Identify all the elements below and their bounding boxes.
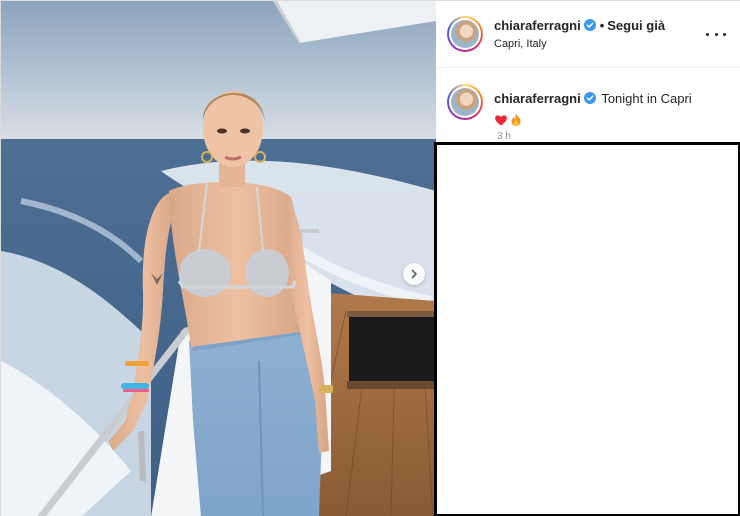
- more-dot-icon: [714, 32, 718, 36]
- verified-badge-icon: [583, 92, 596, 104]
- post-side-panel: chiaraferragni • Segui già Capri, Italy ch…: [434, 1, 740, 516]
- header-user-line: chiaraferragni • Segui già: [494, 18, 665, 33]
- redaction-box: [434, 142, 740, 516]
- caption-emojis: [494, 110, 734, 128]
- verified-badge-icon: [583, 19, 596, 31]
- more-dot-icon: [723, 32, 726, 36]
- more-options-button[interactable]: [706, 26, 726, 42]
- header-username[interactable]: chiaraferragni: [494, 18, 581, 33]
- post-photo[interactable]: [1, 1, 436, 516]
- caption-text: Tonight in Capri: [601, 91, 692, 106]
- post-caption: chiaraferragni Tonight in Capri 3 h: [436, 69, 740, 143]
- fire-emoji-icon: [511, 113, 521, 126]
- avatar[interactable]: [447, 16, 483, 52]
- post-timestamp[interactable]: 3 h: [497, 131, 511, 142]
- more-dot-icon: [706, 32, 709, 36]
- separator-dot: •: [599, 18, 605, 33]
- chevron-right-icon: [411, 269, 417, 279]
- following-button[interactable]: Segui già: [607, 18, 665, 33]
- location-link[interactable]: Capri, Italy: [494, 38, 547, 50]
- caption-text-block: chiaraferragni Tonight in Capri: [494, 90, 734, 128]
- heart-emoji-icon: [495, 114, 507, 126]
- caption-avatar[interactable]: [447, 84, 483, 120]
- photo-scene: [1, 1, 436, 516]
- post-header: chiaraferragni • Segui già Capri, Italy: [436, 1, 740, 68]
- caption-username[interactable]: chiaraferragni: [494, 91, 581, 106]
- instagram-post: chiaraferragni • Segui già Capri, Italy ch…: [0, 0, 740, 516]
- carousel-next-button[interactable]: [403, 263, 425, 285]
